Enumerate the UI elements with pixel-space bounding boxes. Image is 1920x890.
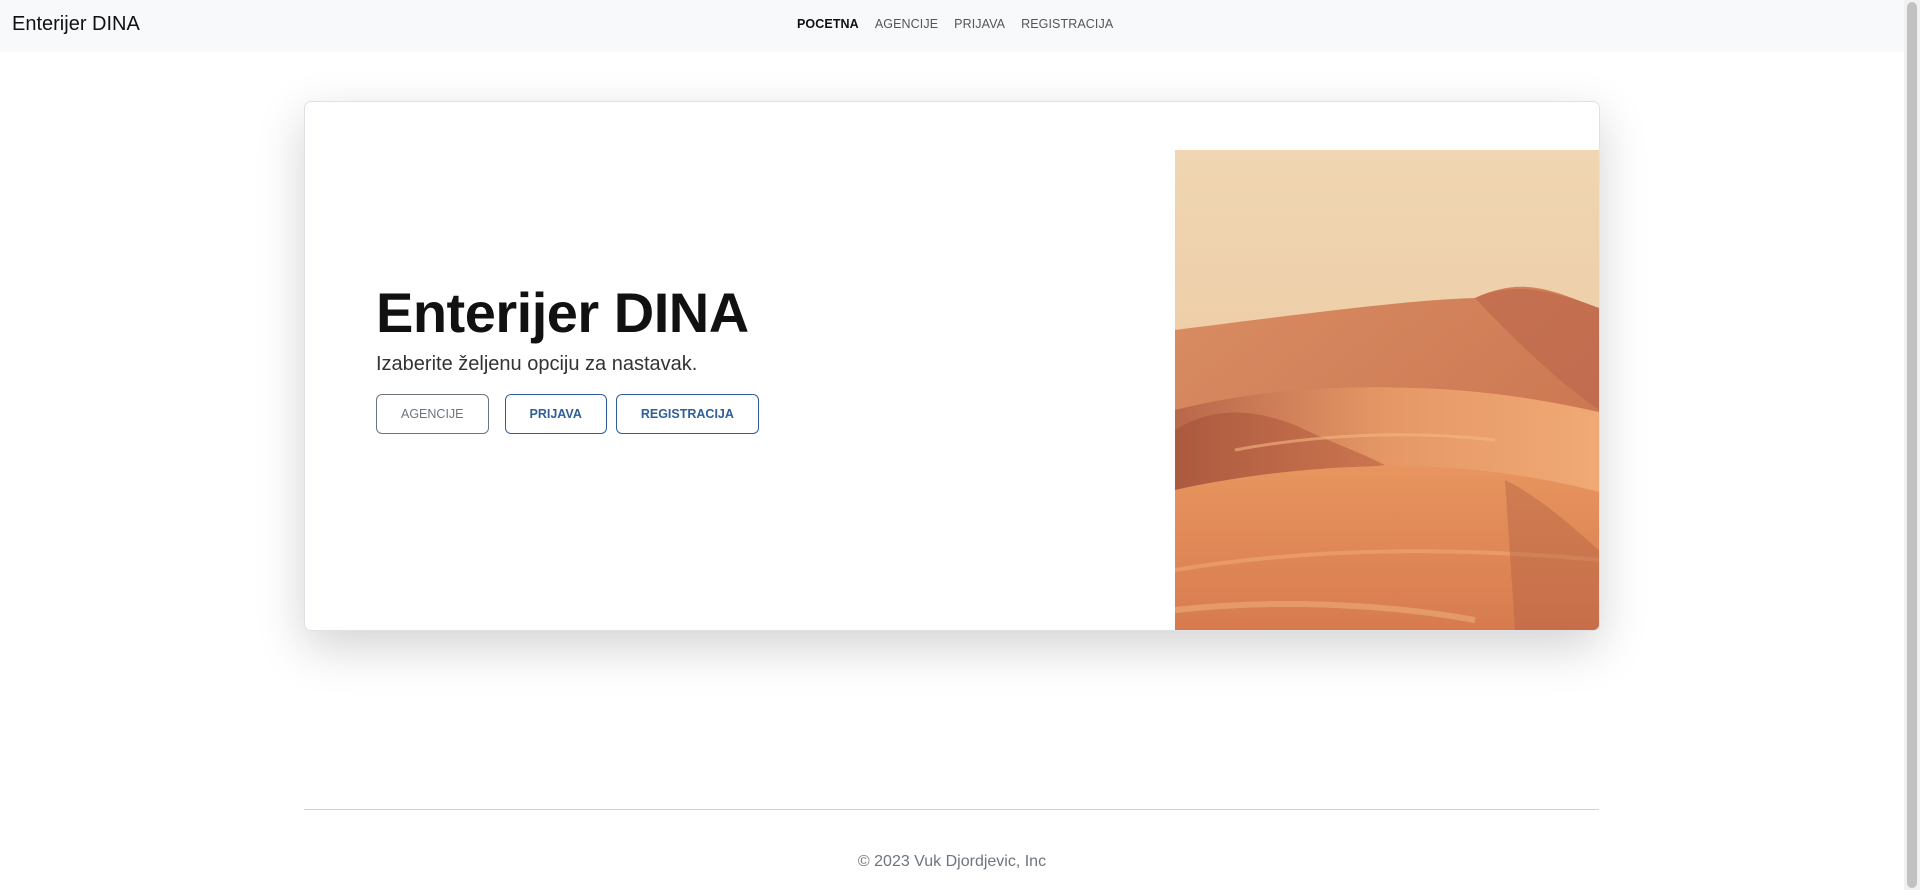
agencies-button[interactable]: AGENCIJE [376,393,489,434]
hero-card: Enterijer DINA Izaberite željenu opciju … [304,101,1600,631]
nav-link-prijava[interactable]: PRIJAVA [954,17,1005,31]
hero-buttons: AGENCIJE PRIJAVA REGISTRACIJA [376,393,759,434]
nav-link-registracija[interactable]: REGISTRACIJA [1021,17,1113,31]
login-button[interactable]: PRIJAVA [504,393,607,434]
scrollbar-thumb[interactable] [1907,2,1917,888]
hero-subtitle: Izaberite željenu opciju za nastavak. [376,352,698,375]
vertical-scrollbar[interactable] [1904,0,1920,890]
footer-copyright: © 2023 Vuk Djordjevic, Inc [857,853,1047,870]
page: Enterijer DINA POCETNA AGENCIJE PRIJAVA … [0,0,1920,890]
nav-link-agencije[interactable]: AGENCIJE [875,17,938,31]
nav-links: POCETNA AGENCIJE PRIJAVA REGISTRACIJA [797,17,1113,31]
footer-divider [304,809,1599,810]
hero-text: Enterijer DINA Izaberite željenu opciju … [376,282,759,434]
nav-link-pocetna[interactable]: POCETNA [797,17,859,31]
navbar-brand[interactable]: Enterijer DINA [12,13,140,36]
desert-dunes-image [1175,150,1599,630]
navbar: Enterijer DINA POCETNA AGENCIJE PRIJAVA … [0,0,1904,52]
register-button[interactable]: REGISTRACIJA [615,393,759,434]
hero-title: Enterijer DINA [376,281,749,344]
